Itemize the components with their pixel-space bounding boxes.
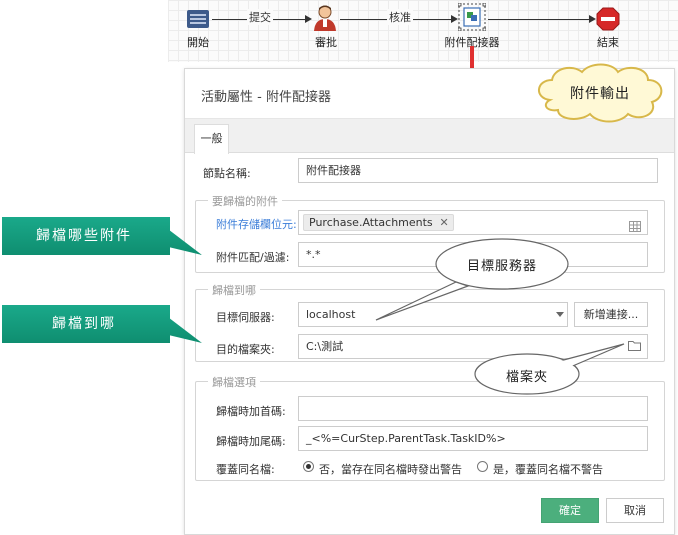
prefix-field[interactable] [298,396,648,421]
group-destination-legend: 歸檔到哪 [208,282,260,298]
callout-which-attachments: 歸檔哪些附件 [36,228,132,244]
storage-tag-text: Purchase.Attachments [309,216,433,229]
start-icon[interactable] [186,8,210,30]
prefix-label: 歸檔時加首碼: [216,405,286,418]
overwrite-no-label[interactable]: 否，當存在同名檔時發出警告 [319,461,462,477]
overwrite-no-radio[interactable] [303,461,314,472]
new-connection-button[interactable]: 新增連接... [574,302,648,327]
callout-target-server: 目標服務器 [466,259,537,274]
ok-button[interactable]: 確定 [541,498,599,523]
node-label-end: 結束 [597,36,619,49]
suffix-label: 歸檔時加尾碼: [216,435,286,448]
storage-tag: Purchase.Attachments ✕ [303,214,454,231]
callout-where-to: 歸檔到哪 [52,316,116,332]
dialog-title: 活動屬性 - 附件配接器 [201,90,331,105]
storage-field-input[interactable]: Purchase.Attachments ✕ [298,210,648,235]
suffix-field[interactable]: _<%=CurStep.ParentTask.TaskID%> [298,426,648,451]
overwrite-label: 覆蓋同名檔: [216,463,275,476]
flow-edge-approve-arrow [451,15,458,23]
storage-field-label[interactable]: 附件存儲欄位元: [216,216,297,232]
target-server-bubble-shape [375,238,569,321]
overwrite-yes-radio[interactable] [477,461,488,472]
tab-bar [185,119,674,153]
person-icon[interactable] [312,4,338,32]
flow-edge-end-line [488,19,592,20]
tag-remove-icon[interactable]: ✕ [439,215,448,230]
stop-icon[interactable] [596,7,620,31]
node-name-field[interactable]: 附件配接器 [298,158,658,183]
node-label-approval: 審批 [315,36,337,49]
callout-folder: 檔案夾 [505,370,548,385]
flow-edge-submit-arrow [305,15,312,23]
group-attachments-legend: 要歸檔的附件 [208,193,282,209]
flow-edge-submit-label: 提交 [247,9,273,25]
target-folder-label: 目的檔案夾: [216,343,275,356]
flow-edge-end-arrow [589,15,596,23]
tab-general[interactable]: 一般 [194,124,229,154]
overwrite-yes-label[interactable]: 是，覆蓋同名檔不警告 [493,461,603,477]
callout-attachment-output: 附件輸出 [570,86,630,102]
table-grid-icon[interactable] [629,217,641,234]
node-label-start: 開始 [187,36,209,49]
node-name-label: 節點名稱: [203,167,251,180]
flow-edge-approve-label: 核准 [387,9,413,25]
adapter-icon[interactable] [457,2,487,32]
group-options-legend: 歸檔選項 [208,374,260,390]
match-filter-label: 附件匹配/過濾: [216,251,290,264]
cancel-button[interactable]: 取消 [606,498,664,523]
target-server-label: 目標伺服器: [216,311,275,324]
